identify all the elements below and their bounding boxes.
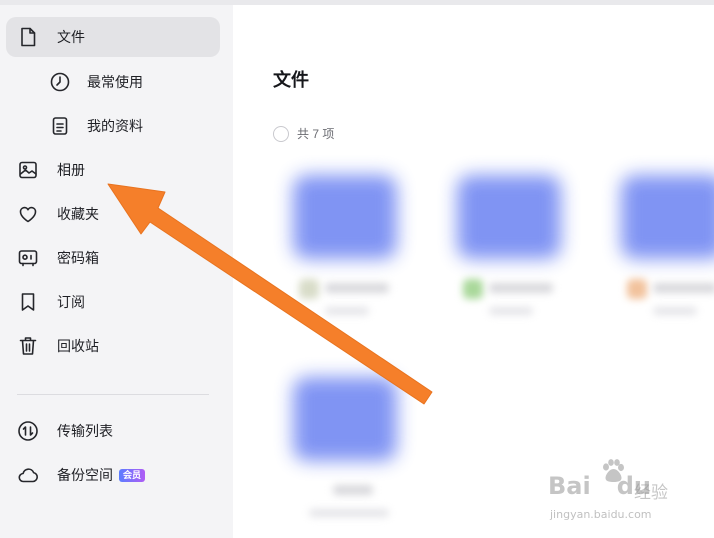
file-tile[interactable] xyxy=(289,175,409,345)
sidebar-item-trash[interactable]: 回收站 xyxy=(6,326,220,366)
sidebar-item-label: 我的资料 xyxy=(87,118,143,134)
sidebar-item-backup[interactable]: 备份空间 会员 xyxy=(6,455,220,495)
sidebar-item-label: 密码箱 xyxy=(57,250,99,266)
file-meta-blurred xyxy=(653,307,697,315)
trash-icon xyxy=(17,335,39,357)
file-type-icon xyxy=(463,279,483,299)
transfer-icon xyxy=(17,420,39,442)
sidebar-item-label: 备份空间 xyxy=(57,467,113,483)
file-type-icon xyxy=(299,279,319,299)
watermark-url: jingyan.baidu.com xyxy=(550,508,652,521)
folder-thumbnail xyxy=(457,175,561,259)
sidebar-item-label: 收藏夹 xyxy=(57,206,99,222)
file-name-blurred xyxy=(325,283,389,293)
baidu-watermark: Bai du 经验 jingyan.baidu.com xyxy=(548,458,688,528)
sidebar-divider xyxy=(17,394,209,395)
heart-icon xyxy=(17,203,39,225)
safe-icon xyxy=(17,247,39,269)
page-title: 文件 xyxy=(273,70,309,90)
watermark-text: 经验 xyxy=(634,483,668,502)
file-name-blurred xyxy=(333,485,373,495)
sidebar-item-my-documents[interactable]: 我的资料 xyxy=(6,106,220,146)
file-name-blurred xyxy=(653,283,714,293)
folder-thumbnail xyxy=(293,377,397,461)
sidebar-item-subscriptions[interactable]: 订阅 xyxy=(6,282,220,322)
sidebar-item-album[interactable]: 相册 xyxy=(6,150,220,190)
sidebar-item-label: 订阅 xyxy=(57,294,85,310)
vip-badge: 会员 xyxy=(119,468,146,482)
file-type-icon xyxy=(627,279,647,299)
bookmark-icon xyxy=(17,291,39,313)
file-icon xyxy=(17,26,39,48)
select-all[interactable]: 共 7 项 xyxy=(273,125,334,142)
sidebar: 文件 最常使用 我的资料 相册 收藏夹 密码箱 订阅 回收站 传输列表 备份空间… xyxy=(0,5,233,538)
sidebar-item-transfer-list[interactable]: 传输列表 xyxy=(6,411,220,451)
sidebar-item-label: 传输列表 xyxy=(57,423,113,439)
select-all-radio[interactable] xyxy=(273,125,289,142)
item-count: 共 7 项 xyxy=(297,127,335,141)
photo-icon xyxy=(17,159,39,181)
sidebar-item-label: 文件 xyxy=(57,29,85,45)
file-tile[interactable] xyxy=(453,175,573,345)
sidebar-item-favorites[interactable]: 收藏夹 xyxy=(6,194,220,234)
folder-thumbnail xyxy=(621,175,714,259)
file-meta-blurred xyxy=(489,307,533,315)
sidebar-item-files[interactable]: 文件 xyxy=(6,17,220,57)
document-icon xyxy=(49,115,71,137)
sidebar-item-label: 回收站 xyxy=(57,338,99,354)
file-tile[interactable] xyxy=(617,175,714,345)
sidebar-item-label: 最常使用 xyxy=(87,74,143,90)
file-meta-blurred xyxy=(309,509,389,517)
clock-icon xyxy=(49,71,71,93)
sidebar-item-label: 相册 xyxy=(57,162,85,178)
sidebar-item-recent[interactable]: 最常使用 xyxy=(6,62,220,102)
file-meta-blurred xyxy=(325,307,369,315)
cloud-icon xyxy=(17,464,39,486)
file-name-blurred xyxy=(489,283,553,293)
file-tile[interactable] xyxy=(289,377,409,538)
folder-thumbnail xyxy=(293,175,397,259)
sidebar-item-safe[interactable]: 密码箱 xyxy=(6,238,220,278)
